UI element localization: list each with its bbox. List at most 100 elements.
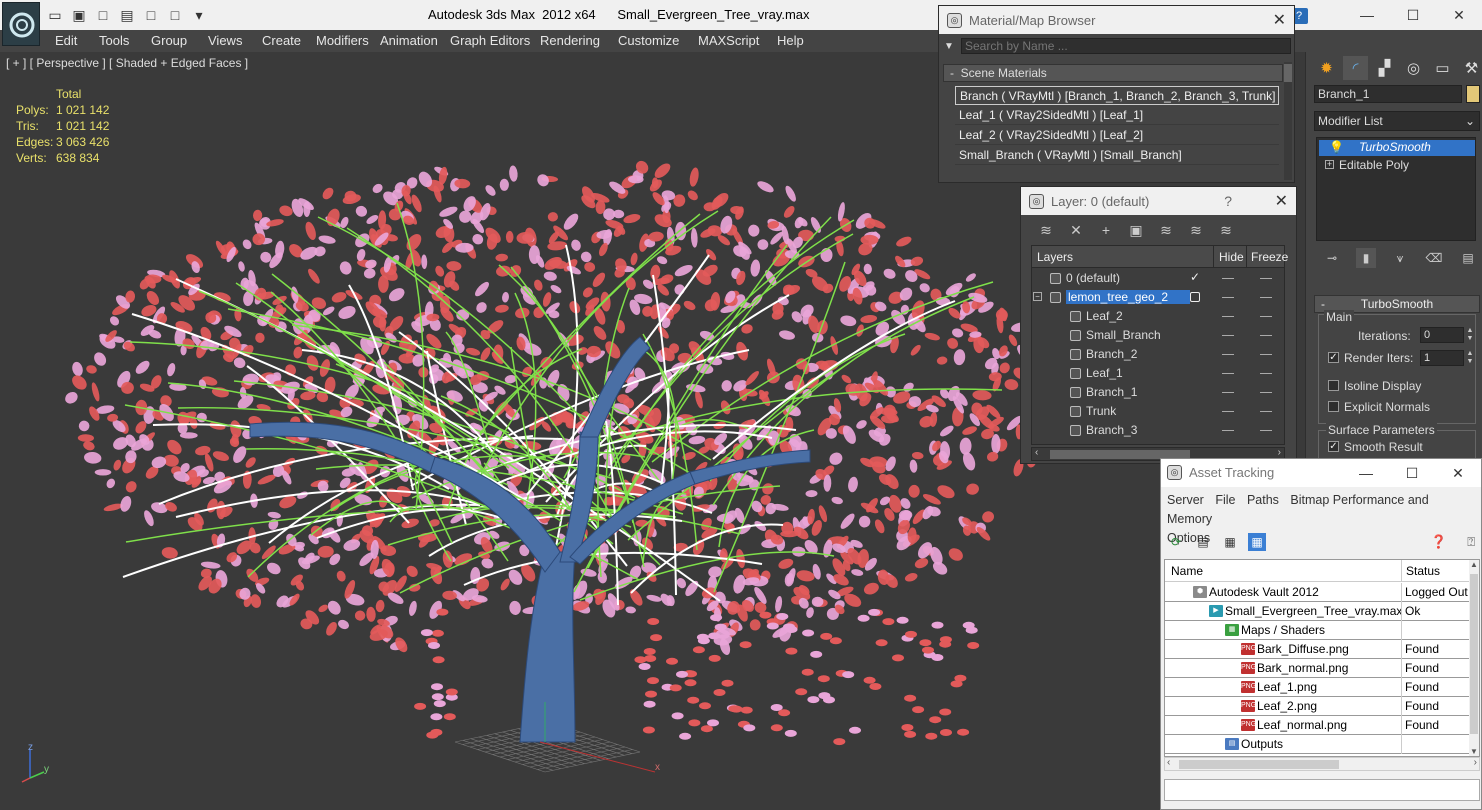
menu-animation[interactable]: Animation <box>380 33 438 48</box>
save-icon[interactable]: ▣ <box>68 5 90 25</box>
column-layers[interactable]: Layers <box>1037 250 1073 264</box>
undo-icon[interactable]: □ <box>164 5 186 25</box>
window-icon[interactable]: □ <box>140 5 162 25</box>
motion-tab-icon[interactable]: ◎ <box>1401 56 1426 80</box>
render-iters-checkbox[interactable]: ✓ <box>1328 352 1339 363</box>
freeze-toggle[interactable] <box>1260 278 1272 279</box>
pin-stack-icon[interactable]: ⊸ <box>1322 248 1342 268</box>
menu-rendering[interactable]: Rendering <box>540 33 600 48</box>
menu-file[interactable]: File <box>1215 493 1235 507</box>
make-unique-icon[interactable]: ⩛ <box>1390 248 1410 268</box>
hide-all-icon[interactable]: ≋ <box>1185 221 1207 239</box>
object-color-swatch[interactable] <box>1466 85 1480 103</box>
spinner-arrows-icon[interactable]: ▲ ▼ <box>1465 327 1475 343</box>
iterations-spinner[interactable]: 0 <box>1420 327 1464 343</box>
app-logo-icon[interactable] <box>2 2 40 46</box>
options-arrow-icon[interactable]: ▼ <box>944 41 954 52</box>
expand-icon[interactable]: + <box>1325 160 1334 169</box>
asset-row[interactable]: ⬢ Autodesk Vault 2012 Logged Out <box>1165 583 1471 602</box>
material-search-input[interactable] <box>961 38 1291 54</box>
modifier-list-dropdown[interactable]: Modifier List ⌄ <box>1314 111 1480 131</box>
scene-materials-header[interactable]: - Scene Materials <box>943 64 1283 82</box>
isoline-checkbox[interactable] <box>1328 380 1339 391</box>
asset-row[interactable]: PNG Leaf_1.png Found <box>1165 678 1471 697</box>
hide-toggle[interactable] <box>1222 335 1234 336</box>
stack-item-turbosmooth[interactable]: 💡 TurboSmooth <box>1319 140 1475 156</box>
dialog-titlebar[interactable]: ◎ Material/Map Browser ✕ <box>939 6 1294 34</box>
stack-item-editable-poly[interactable]: + Editable Poly <box>1319 157 1409 173</box>
utilities-tab-icon[interactable]: ⚒ <box>1459 56 1482 80</box>
hide-toggle[interactable] <box>1222 354 1234 355</box>
column-status[interactable]: Status <box>1406 564 1440 578</box>
close-button[interactable]: ✕ <box>1435 459 1481 487</box>
hide-toggle[interactable] <box>1222 411 1234 412</box>
help-icon[interactable]: ❓ <box>1431 534 1447 550</box>
asset-row[interactable]: PNG Leaf_normal.png Found <box>1165 716 1471 735</box>
minimize-button[interactable]: — <box>1344 0 1390 30</box>
close-icon[interactable]: ✕ <box>1273 10 1286 30</box>
hold-icon[interactable]: ▤ <box>116 5 138 25</box>
asset-row[interactable]: ▤ Outputs <box>1165 735 1471 754</box>
vertical-scrollbar[interactable]: ▲ ▼ <box>1469 560 1479 756</box>
layer-row[interactable]: lemon_tree_geo_2 − <box>1032 288 1284 307</box>
maximize-button[interactable]: ☐ <box>1390 0 1436 30</box>
menu-customize[interactable]: Customize <box>618 33 679 48</box>
spinner-arrows-icon[interactable]: ▲ ▼ <box>1465 350 1475 366</box>
menu-group[interactable]: Group <box>151 33 187 48</box>
layer-row[interactable]: Small_Branch <box>1032 326 1284 345</box>
asset-row[interactable]: PNG Leaf_2.png Found <box>1165 697 1471 716</box>
create-tab-icon[interactable]: ✹ <box>1314 56 1339 80</box>
hide-toggle[interactable] <box>1222 278 1234 279</box>
hide-toggle[interactable] <box>1222 392 1234 393</box>
asset-row[interactable]: ▶ Small_Evergreen_Tree_vray.max Ok <box>1165 602 1471 621</box>
scroll-thumb[interactable] <box>1179 760 1339 769</box>
material-row[interactable]: Branch ( VRayMtl ) [Branch_1, Branch_2, … <box>955 86 1279 105</box>
column-freeze[interactable]: Freeze <box>1251 250 1288 264</box>
layer-row[interactable]: Trunk <box>1032 402 1284 421</box>
hide-toggle[interactable] <box>1222 373 1234 374</box>
scroll-thumb[interactable] <box>1470 574 1478 734</box>
vertical-scrollbar[interactable] <box>1284 62 1292 180</box>
select-objects-icon[interactable]: ▣ <box>1125 221 1147 239</box>
freeze-toggle[interactable] <box>1260 430 1272 431</box>
hide-toggle[interactable] <box>1222 430 1234 431</box>
scroll-right-icon[interactable]: › <box>1278 447 1281 458</box>
add-to-layer-icon[interactable]: + <box>1095 221 1117 239</box>
close-icon[interactable]: ✕ <box>1275 191 1288 211</box>
layer-row[interactable]: 0 (default) ✓ <box>1032 269 1284 288</box>
menu-modifiers[interactable]: Modifiers <box>316 33 369 48</box>
render-iters-spinner[interactable]: 1 <box>1420 350 1464 366</box>
scroll-right-icon[interactable]: › <box>1474 757 1477 768</box>
layer-row[interactable]: Branch_1 <box>1032 383 1284 402</box>
list-view-icon[interactable]: ▤ <box>1194 533 1212 551</box>
configure-sets-icon[interactable]: ▤ <box>1458 248 1478 268</box>
freeze-toggle[interactable] <box>1260 373 1272 374</box>
freeze-toggle[interactable] <box>1260 411 1272 412</box>
collapse-icon[interactable]: − <box>1033 292 1042 301</box>
asset-path-field[interactable] <box>1164 779 1480 801</box>
material-row[interactable]: Leaf_2 ( VRay2SidedMtl ) [Leaf_2] <box>955 126 1279 145</box>
horizontal-scrollbar[interactable]: ‹ › <box>1164 757 1480 771</box>
bulb-icon[interactable]: 💡 <box>1329 140 1344 155</box>
close-button[interactable]: ✕ <box>1436 0 1482 30</box>
explicit-normals-checkbox[interactable] <box>1328 401 1339 412</box>
layer-row[interactable]: Branch_2 <box>1032 345 1284 364</box>
dropdown-icon[interactable]: ▾ <box>188 5 210 25</box>
layer-objects-icon[interactable] <box>1190 292 1200 302</box>
material-row[interactable]: Small_Branch ( VRayMtl ) [Small_Branch] <box>955 146 1279 165</box>
menu-maxscript[interactable]: MAXScript <box>698 33 759 48</box>
modify-tab-icon[interactable]: ◜ <box>1343 56 1368 80</box>
menu-bitmap-performance[interactable]: Bitmap Performance and Memory <box>1167 493 1429 526</box>
menu-server[interactable]: Server <box>1167 493 1204 507</box>
column-name[interactable]: Name <box>1171 564 1203 578</box>
layer-row[interactable]: Branch_3 <box>1032 421 1284 440</box>
asset-row[interactable]: PNG Bark_Diffuse.png Found <box>1165 640 1471 659</box>
help-icon[interactable]: ? <box>1224 193 1232 209</box>
asset-row[interactable]: PNG Bark_normal.png Found <box>1165 659 1471 678</box>
menu-graph-editors[interactable]: Graph Editors <box>450 33 530 48</box>
viewport-label[interactable]: [ + ] [ Perspective ] [ Shaded + Edged F… <box>6 56 248 70</box>
context-help-icon[interactable]: ⍰ <box>1467 534 1475 550</box>
remove-modifier-icon[interactable]: ⌫ <box>1424 248 1444 268</box>
modifier-stack[interactable]: 💡 TurboSmooth + Editable Poly <box>1316 137 1476 241</box>
material-row[interactable]: Leaf_1 ( VRay2SidedMtl ) [Leaf_1] <box>955 106 1279 125</box>
